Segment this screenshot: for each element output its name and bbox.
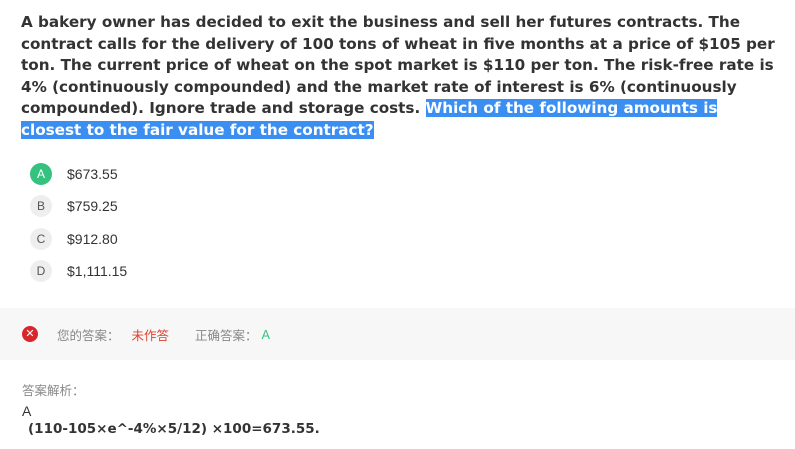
- option-b[interactable]: B $759.25: [30, 190, 127, 222]
- x-circle-icon: ✕: [22, 326, 38, 342]
- option-d[interactable]: D $1,111.15: [30, 255, 127, 287]
- analysis-formula: (110-105×e^-4%×5/12) ×100=673.55.: [28, 421, 320, 437]
- options-list: A $673.55 B $759.25 C $912.80 D $1,111.1…: [30, 158, 127, 287]
- answer-result-bar: ✕ 您的答案： 未作答 正确答案： A: [0, 308, 795, 360]
- option-text-a: $673.55: [67, 166, 118, 183]
- option-letter-c: C: [30, 227, 52, 250]
- option-text-b: $759.25: [67, 198, 118, 215]
- correct-answer-label: 正确答案：: [195, 327, 258, 343]
- analysis-label: 答案解析：: [22, 383, 85, 398]
- option-letter-a: A: [30, 163, 52, 186]
- your-answer-label: 您的答案：: [57, 327, 120, 343]
- correct-answer-value: A: [261, 326, 271, 342]
- option-c[interactable]: C $912.80: [30, 223, 127, 255]
- your-answer-value: 未作答: [131, 327, 170, 343]
- option-text-c: $912.80: [67, 230, 118, 247]
- option-a[interactable]: A $673.55: [30, 158, 127, 190]
- option-letter-d: D: [30, 260, 52, 283]
- option-text-d: $1,111.15: [67, 263, 128, 280]
- option-letter-b: B: [30, 195, 52, 218]
- answer-analysis: 答案解析： A (110-105×e^-4%×5/12) ×100=673.55…: [22, 380, 320, 437]
- analysis-answer: A: [22, 403, 32, 419]
- question-text: A bakery owner has decided to exit the b…: [21, 12, 781, 142]
